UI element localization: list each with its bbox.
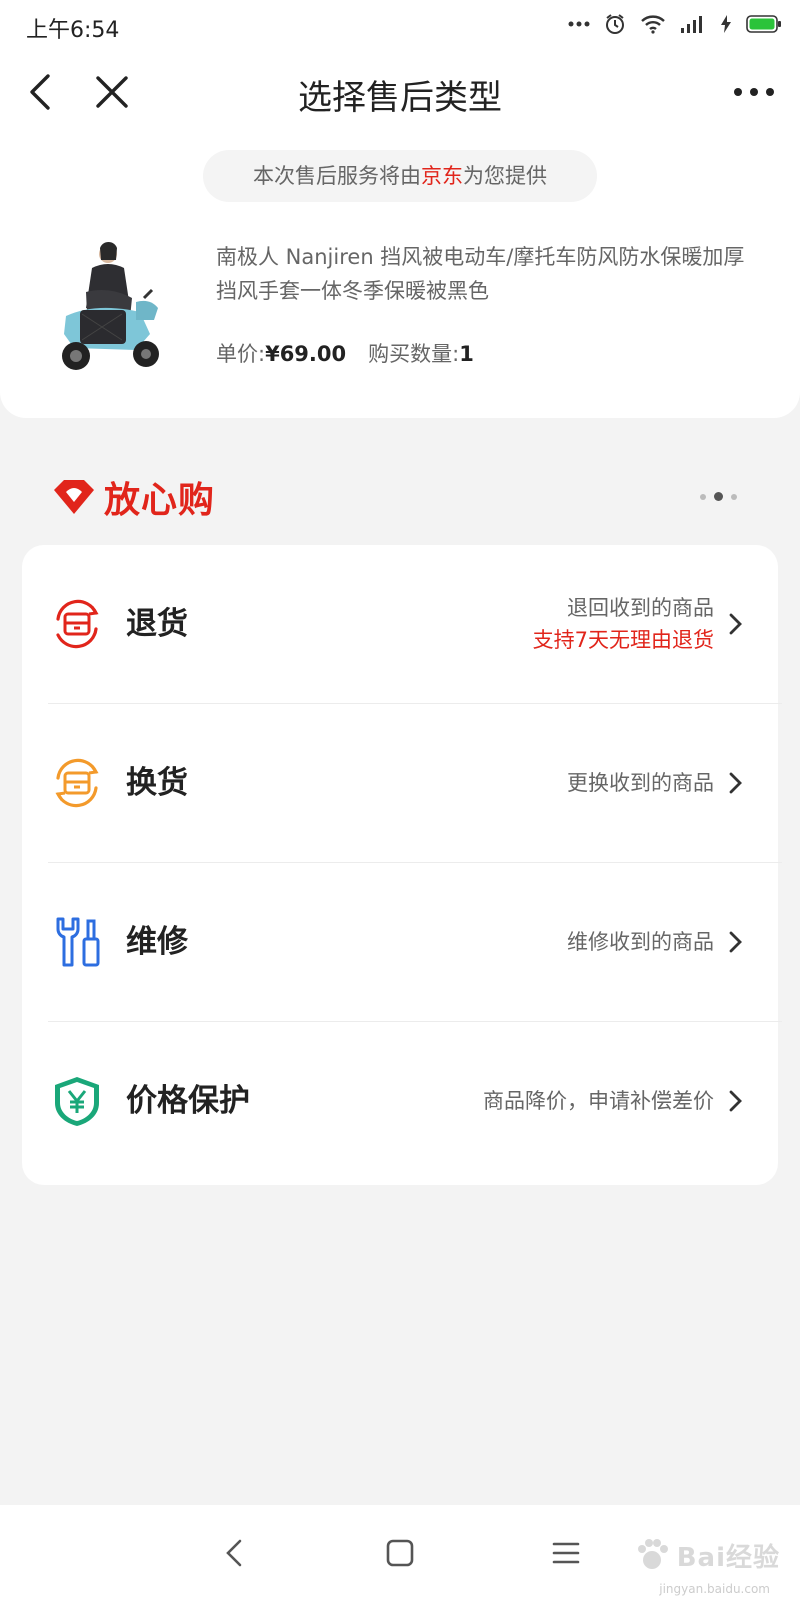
system-nav-bar: Bai经验 jingyan.baidu.com xyxy=(0,1505,800,1600)
service-option-repair[interactable]: 维修 维修收到的商品 xyxy=(22,863,778,1021)
watermark: Bai经验 xyxy=(633,1528,780,1582)
battery-icon xyxy=(746,15,781,33)
price-shield-icon xyxy=(50,1074,104,1128)
repair-tools-icon xyxy=(50,915,104,969)
service-title: 价格保护 xyxy=(126,1083,250,1119)
exchange-box-icon xyxy=(50,756,104,810)
notice-brand: 京东 xyxy=(421,164,463,188)
notice-suffix: 为您提供 xyxy=(463,164,547,188)
product-meta: 单价:¥69.00 购买数量:1 xyxy=(216,338,474,368)
service-option-exchange[interactable]: 换货 更换收到的商品 xyxy=(22,704,778,862)
signal-icon xyxy=(681,16,702,33)
product-image xyxy=(52,240,170,375)
service-description: 维修收到的商品 xyxy=(567,863,714,1021)
service-description: 商品降价，申请补偿差价 xyxy=(483,1022,714,1180)
chevron-right-icon xyxy=(729,613,742,635)
heart-diamond-icon xyxy=(54,480,94,514)
service-option-price-protection[interactable]: 价格保护 商品降价，申请补偿差价 xyxy=(22,1022,778,1180)
watermark-sub: jingyan.baidu.com xyxy=(659,1582,770,1596)
carousel-dot-active xyxy=(714,492,723,501)
system-back-icon[interactable] xyxy=(218,1535,254,1571)
product-title: 南极人 Nanjiren 挡风被电动车/摩托车防风防水保暖加厚挡风手套一体冬季保… xyxy=(216,245,745,303)
service-title: 换货 xyxy=(126,765,188,801)
return-box-icon xyxy=(50,597,104,651)
wifi-icon xyxy=(641,15,665,34)
status-time: 上午6:54 xyxy=(26,18,120,43)
service-description: 更换收到的商品 xyxy=(567,704,714,862)
service-option-return[interactable]: 退货 退回收到的商品 支持7天无理由退货 xyxy=(22,545,778,703)
price-label: 单价: xyxy=(216,342,266,366)
service-desc-text: 更换收到的商品 xyxy=(567,771,714,795)
status-bar: 上午6:54 xyxy=(0,0,800,48)
more-horizontal-icon[interactable] xyxy=(732,72,776,112)
price-value: ¥69.00 xyxy=(265,342,347,366)
service-title: 维修 xyxy=(126,924,188,960)
alarm-icon xyxy=(606,14,624,34)
notice-prefix: 本次售后服务将由 xyxy=(253,164,421,188)
service-highlight-text: 支持7天无理由退货 xyxy=(532,628,714,652)
carousel-indicator xyxy=(700,492,737,501)
service-desc-text: 退回收到的商品 xyxy=(567,596,714,620)
paw-icon xyxy=(637,1539,668,1569)
quantity-label: 购买数量: xyxy=(368,342,460,366)
carousel-dot xyxy=(700,493,706,500)
chevron-right-icon xyxy=(729,1090,742,1112)
charging-icon xyxy=(721,15,731,33)
service-description: 退回收到的商品 支持7天无理由退货 xyxy=(533,545,714,703)
watermark-text: Bai经验 xyxy=(676,1542,780,1573)
quantity-value: 1 xyxy=(459,342,474,366)
service-desc-text: 商品降价，申请补偿差价 xyxy=(483,1089,714,1113)
chevron-right-icon xyxy=(729,772,742,794)
chevron-right-icon xyxy=(729,931,742,953)
assurance-logo-text: 放心购 xyxy=(104,479,216,521)
service-title: 退货 xyxy=(126,606,188,642)
carousel-dot xyxy=(731,493,737,500)
assurance-logo: 放心购 xyxy=(52,474,216,521)
system-menu-icon[interactable] xyxy=(548,1535,584,1571)
system-home-icon[interactable] xyxy=(382,1535,418,1571)
service-options-card: 退货 退回收到的商品 支持7天无理由退货 换货 更换收到的商品 维修 维修收到的… xyxy=(22,545,782,1185)
service-desc-text: 维修收到的商品 xyxy=(567,930,714,954)
status-icons xyxy=(568,10,782,38)
more-dots-icon xyxy=(568,21,590,27)
nav-bar: 选择售后类型 xyxy=(0,52,800,132)
page-title: 选择售后类型 xyxy=(298,78,502,118)
service-provider-notice: 本次售后服务将由京东为您提供 xyxy=(203,150,597,202)
